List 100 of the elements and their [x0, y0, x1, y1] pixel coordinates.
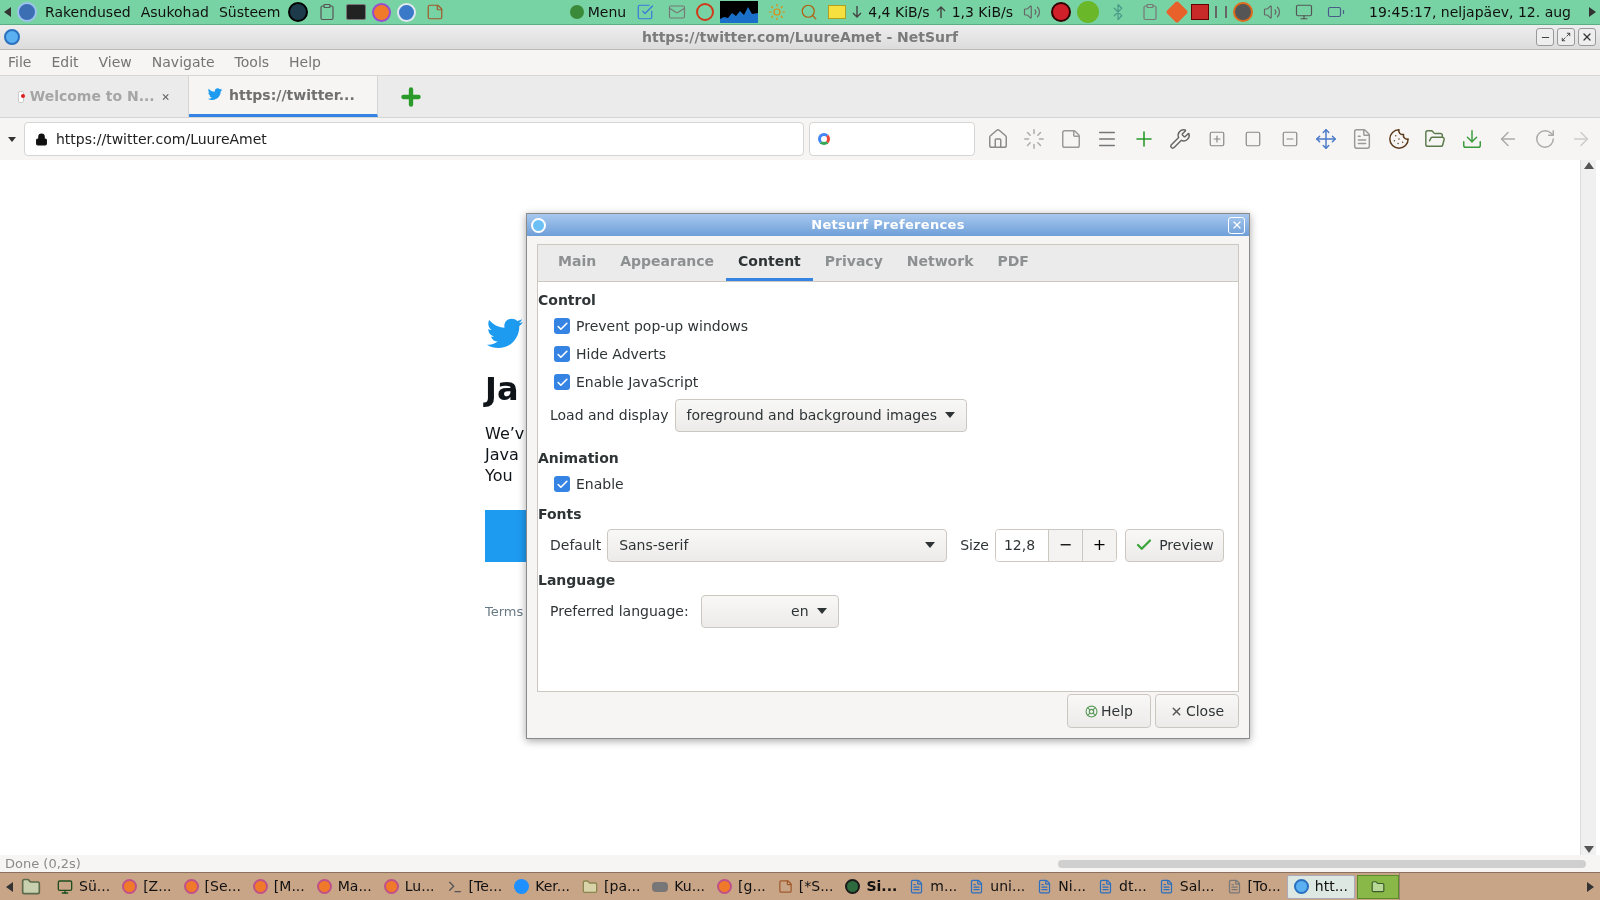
volume-icon[interactable] [1023, 3, 1042, 21]
taskbar-item[interactable]: Sal... [1152, 874, 1221, 899]
taskbar-item[interactable]: [*S... [771, 874, 840, 899]
preview-button[interactable]: Preview [1124, 528, 1224, 562]
taskbar-item[interactable]: Ker... [508, 874, 577, 899]
taskbar-item[interactable]: Ma... [310, 874, 378, 899]
taskbar-item[interactable]: [To... [1220, 874, 1287, 899]
caret-down-icon[interactable] [8, 136, 16, 142]
panel-menu[interactable]: Rakendused [43, 1, 133, 23]
taskbar-item[interactable]: Sü... [51, 874, 117, 899]
taskbar-item[interactable]: htt... [1286, 874, 1355, 899]
scroll-up-icon[interactable] [1583, 162, 1594, 169]
panel-menu[interactable]: Asukohad [138, 1, 211, 23]
bookmark-icon[interactable] [1059, 128, 1082, 150]
language-dropdown[interactable]: en [700, 594, 839, 628]
taskbar-item[interactable]: Si... [839, 874, 904, 899]
taskbar-item[interactable]: Ku... [646, 874, 712, 899]
globe-icon[interactable] [4, 29, 20, 45]
taskbar-item[interactable]: dt... [1092, 874, 1153, 899]
menu-item[interactable]: File [8, 52, 32, 73]
font-dropdown[interactable]: Sans-serif [607, 528, 948, 562]
minimize-button[interactable] [1536, 28, 1554, 46]
menu-icon[interactable] [569, 5, 584, 19]
menu-button[interactable]: Menu [569, 1, 627, 23]
browser-icon[interactable] [383, 879, 399, 894]
checkbox[interactable] [554, 476, 570, 492]
volume-icon[interactable] [1263, 3, 1282, 21]
caret-right-icon[interactable] [1589, 7, 1596, 17]
globe-icon[interactable] [1293, 879, 1309, 894]
taskbar-item[interactable]: Ni... [1031, 874, 1093, 899]
logo-icon[interactable] [17, 2, 37, 22]
notepad-icon[interactable] [426, 3, 445, 21]
clipboard-icon[interactable] [1141, 3, 1160, 21]
download-icon[interactable] [1460, 128, 1483, 150]
images-dropdown[interactable]: foreground and background images [674, 398, 968, 432]
envelope-icon[interactable] [828, 5, 847, 19]
scroll-down-icon[interactable] [1583, 846, 1594, 853]
search-field[interactable] [809, 122, 975, 156]
address-field[interactable]: https://twitter.com/LuureAmet [24, 122, 804, 156]
zoom-in-icon[interactable] [1207, 130, 1226, 148]
firewall-icon[interactable] [1191, 4, 1210, 20]
browser-tab[interactable]: https://twitter... [189, 76, 378, 117]
mail-icon[interactable] [668, 3, 687, 21]
network-icon[interactable] [1295, 3, 1314, 21]
taskbar-item[interactable]: m... [903, 874, 964, 899]
browser-icon[interactable] [372, 2, 392, 22]
checkbox[interactable] [554, 346, 570, 362]
caret-right-icon[interactable] [1587, 881, 1594, 892]
dialog-button[interactable]: Close [1155, 694, 1239, 728]
menu-item[interactable]: Tools [234, 52, 270, 73]
caret-left-icon[interactable] [6, 881, 13, 892]
browser-icon[interactable] [316, 879, 332, 894]
vertical-scrollbar[interactable] [1580, 160, 1596, 855]
browser-icon[interactable] [252, 879, 268, 894]
terminal-icon[interactable] [346, 4, 367, 20]
checkbox[interactable] [554, 318, 570, 334]
power-icon[interactable] [1233, 2, 1254, 22]
menu-item[interactable]: Help [289, 52, 321, 73]
throbber-icon[interactable] [1023, 128, 1046, 150]
lens-icon[interactable] [288, 2, 309, 22]
caret-left-icon[interactable] [4, 7, 11, 17]
taskbar-item[interactable]: [pa... [576, 874, 647, 899]
browser-icon[interactable] [122, 879, 138, 894]
menu-item[interactable]: Edit [51, 52, 79, 73]
taskbar-item[interactable]: [Z... [116, 874, 178, 899]
tools-icon[interactable] [1169, 128, 1192, 150]
folder-icon[interactable] [1424, 128, 1447, 150]
globe-icon[interactable] [845, 879, 861, 894]
search-icon[interactable] [800, 3, 819, 21]
decrement-button[interactable]: − [1047, 529, 1082, 561]
home-icon[interactable] [987, 128, 1009, 150]
show-desktop-icon[interactable] [21, 876, 41, 897]
move-icon[interactable] [1314, 128, 1337, 150]
close-button[interactable] [1578, 28, 1596, 46]
taskbar-item[interactable]: [Te... [440, 874, 509, 899]
checklist-icon[interactable] [636, 3, 655, 21]
terms-link[interactable]: Terms [485, 601, 524, 622]
panel-menu[interactable]: Süsteem [216, 1, 283, 23]
reload-icon[interactable] [1533, 128, 1556, 150]
clock[interactable]: 19:45:17, neljapäev, 12. aug [1369, 1, 1571, 23]
taskbar-item[interactable]: Lu... [377, 874, 441, 899]
record-icon[interactable] [1051, 2, 1072, 22]
increment-button[interactable]: + [1081, 529, 1116, 561]
menu-item[interactable]: Navigate [151, 52, 215, 73]
workspace-button[interactable] [1357, 874, 1399, 899]
menu-item[interactable]: View [98, 52, 132, 73]
square-icon[interactable] [1244, 130, 1263, 148]
taskbar-item[interactable]: [g... [711, 874, 772, 899]
zoom-out-icon[interactable] [1280, 130, 1299, 148]
horizontal-scrollbar[interactable] [1058, 859, 1586, 868]
dialog-button[interactable]: Help [1067, 694, 1151, 728]
taskbar-item[interactable]: uni... [963, 874, 1032, 899]
browser-icon[interactable] [717, 879, 733, 894]
cookie-icon[interactable] [1387, 128, 1410, 150]
browser-icon[interactable] [183, 879, 199, 894]
size-spinner[interactable]: 12,8 − + [994, 528, 1117, 562]
taskbar-item[interactable]: [Se... [177, 874, 247, 899]
checkbox[interactable] [554, 374, 570, 390]
maximize-button[interactable] [1557, 28, 1575, 46]
mail-app-icon[interactable] [397, 2, 417, 22]
